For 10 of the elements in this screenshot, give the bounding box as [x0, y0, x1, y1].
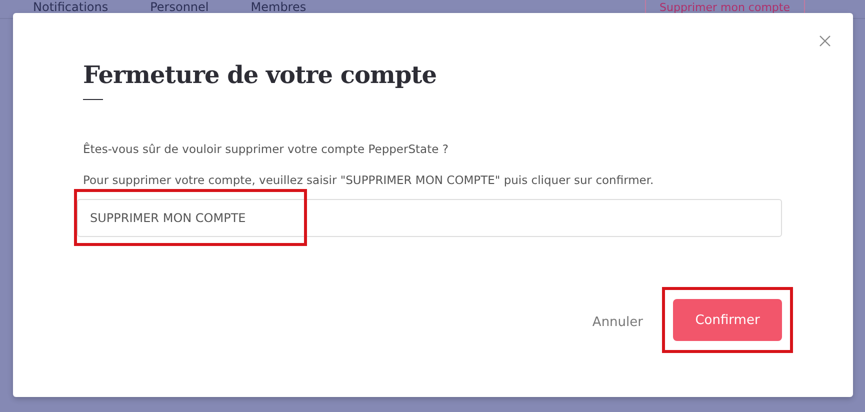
instruction-text: Pour supprimer votre compte, veuillez saisir "SUPPRIMER MON COMPTE" puis cliquer sur confirmer. [83, 173, 655, 187]
cancel-button[interactable]: Annuler [592, 314, 643, 330]
tab[interactable]: Personnel [150, 0, 209, 14]
confirmation-input[interactable]: SUPPRIMER MON COMPTE [77, 199, 782, 237]
tab[interactable]: Notifications [33, 0, 108, 14]
close-icon[interactable] [819, 35, 831, 47]
tab[interactable]: Membres [250, 0, 306, 14]
confirmation-question: Êtes-vous sûr de vouloir supprimer votre compte PepperState ? [83, 142, 450, 156]
dialog-title: Fermeture de votre compte [83, 60, 438, 89]
confirm-button[interactable]: Confirmer [673, 299, 782, 341]
